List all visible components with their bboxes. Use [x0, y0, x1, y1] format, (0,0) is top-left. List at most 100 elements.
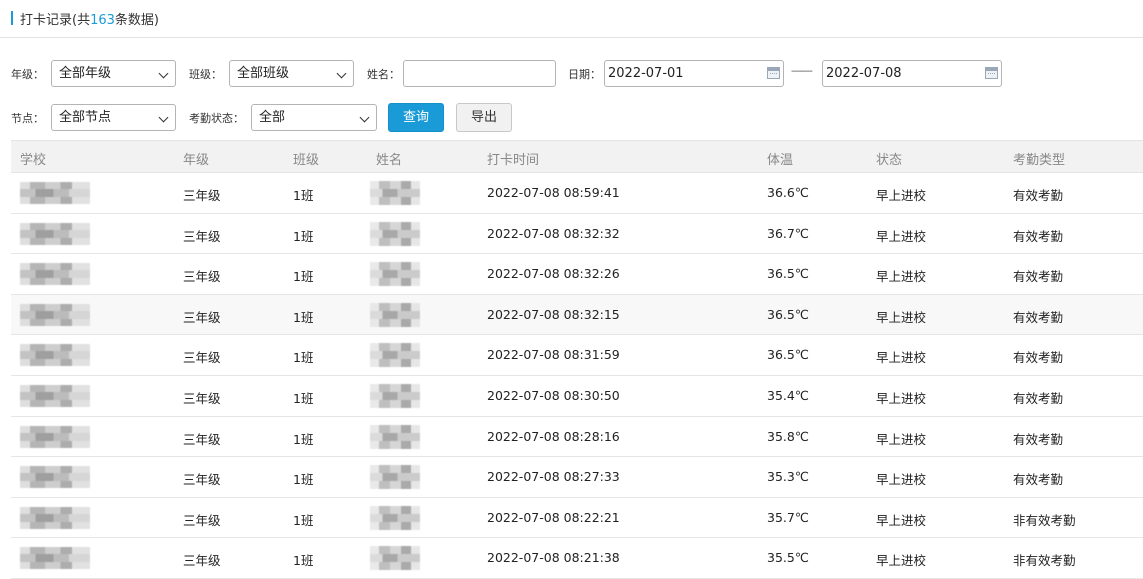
temperature-cell: 35.3℃	[767, 469, 809, 485]
class-select-value: 全部班级	[237, 66, 290, 81]
class-cell: 1班	[293, 350, 314, 366]
name-redacted	[370, 343, 420, 368]
temperature-cell: 36.5℃	[767, 306, 809, 322]
table-row[interactable]: 三年级 1班 2022-07-08 08:27:33 35.3℃ 早上进校 有效…	[11, 457, 1143, 498]
chevron-down-icon	[336, 68, 347, 79]
school-redacted	[20, 425, 90, 448]
school-redacted	[20, 506, 90, 529]
table-row[interactable]: 三年级 1班 2022-07-08 08:28:16 35.8℃ 早上进校 有效…	[11, 416, 1143, 458]
attendance-status-label: 考勤状态：	[189, 112, 244, 125]
grade-cell: 三年级	[183, 390, 221, 406]
calendar-icon[interactable]	[767, 67, 780, 79]
query-button[interactable]: 查询	[388, 103, 444, 132]
attendance-type-cell: 有效考勤	[1013, 269, 1064, 285]
class-cell: 1班	[293, 188, 314, 203]
temperature-cell: 35.7℃	[767, 509, 809, 525]
status-cell: 早上进校	[876, 431, 927, 447]
school-redacted	[20, 263, 90, 286]
attendance-type-cell: 有效考勤	[1013, 390, 1064, 406]
name-redacted	[370, 221, 420, 246]
chevron-down-icon	[158, 112, 169, 123]
class-cell: 1班	[293, 472, 314, 488]
temperature-cell: 36.7℃	[767, 225, 809, 241]
time-cell: 2022-07-08 08:31:59	[487, 347, 620, 363]
node-select-value: 全部节点	[59, 110, 112, 125]
table-row[interactable]: 三年级 1班 2022-07-08 08:30:50 35.4℃ 早上进校 有效…	[11, 375, 1143, 417]
calendar-icon[interactable]	[985, 67, 998, 79]
school-redacted	[20, 182, 90, 204]
attendance-type-cell: 非有效考勤	[1013, 512, 1076, 528]
column-header: 状态	[876, 153, 903, 168]
table-row[interactable]: 三年级 1班 2022-07-08 08:32:15 36.5℃ 早上进校 有效…	[11, 294, 1143, 336]
name-input[interactable]	[403, 60, 556, 87]
temperature-cell: 36.5℃	[767, 266, 809, 282]
school-redacted	[20, 344, 90, 367]
record-count: 163	[90, 13, 115, 28]
grade-select-value: 全部年级	[59, 66, 112, 81]
name-redacted	[370, 424, 420, 449]
name-redacted	[370, 505, 420, 530]
end-date-input[interactable]: 2022-07-08	[822, 60, 1002, 87]
export-button[interactable]: 导出	[456, 103, 512, 132]
school-redacted	[20, 222, 90, 245]
status-cell: 早上进校	[876, 269, 927, 285]
grade-select[interactable]: 全部年级	[51, 60, 176, 87]
class-select[interactable]: 全部班级	[229, 60, 354, 87]
node-select[interactable]: 全部节点	[51, 104, 176, 131]
date-range-separator: --------	[791, 66, 813, 77]
name-redacted	[370, 465, 420, 490]
temperature-cell: 35.4℃	[767, 387, 809, 403]
temperature-cell: 35.5℃	[767, 550, 809, 566]
status-cell: 早上进校	[876, 390, 927, 406]
attendance-type-cell: 有效考勤	[1013, 188, 1064, 203]
status-cell: 早上进校	[876, 553, 927, 569]
time-cell: 2022-07-08 08:59:41	[487, 185, 620, 200]
status-cell: 早上进校	[876, 188, 927, 203]
records-table: 学校 年级 班级 姓名 打卡时间 体温 状态 考勤类型 三年级 1班 2022-…	[11, 140, 1143, 579]
name-redacted	[370, 262, 420, 287]
node-label: 节点：	[11, 112, 44, 125]
table-row[interactable]: 三年级 1班 2022-07-08 08:32:32 36.7℃ 早上进校 有效…	[11, 213, 1143, 255]
class-cell: 1班	[293, 269, 314, 285]
class-cell: 1班	[293, 553, 314, 569]
column-header: 体温	[767, 153, 794, 168]
time-cell: 2022-07-08 08:22:21	[487, 509, 620, 525]
table-header: 学校 年级 班级 姓名 打卡时间 体温 状态 考勤类型	[11, 140, 1143, 173]
column-header: 打卡时间	[487, 153, 540, 168]
title-suffix: 条数据)	[114, 13, 159, 28]
class-cell: 1班	[293, 309, 314, 325]
attendance-status-select[interactable]: 全部	[251, 104, 377, 131]
grade-cell: 三年级	[183, 228, 221, 244]
name-redacted	[370, 383, 420, 408]
attendance-status-value: 全部	[259, 110, 286, 125]
chevron-down-icon	[359, 112, 370, 123]
school-redacted	[20, 303, 90, 326]
class-cell: 1班	[293, 390, 314, 406]
column-header: 姓名	[376, 153, 403, 168]
column-header: 年级	[183, 153, 210, 168]
temperature-cell: 36.5℃	[767, 347, 809, 363]
table-body: 三年级 1班 2022-07-08 08:59:41 36.6℃ 早上进校 有效…	[11, 173, 1143, 579]
temperature-cell: 35.8℃	[767, 428, 809, 444]
chevron-down-icon	[158, 68, 169, 79]
start-date-input[interactable]: 2022-07-01	[604, 60, 784, 87]
name-label: 姓名：	[367, 68, 400, 81]
table-row[interactable]: 三年级 1班 2022-07-08 08:21:38 35.5℃ 早上进校 非有…	[11, 538, 1143, 579]
table-row[interactable]: 三年级 1班 2022-07-08 08:31:59 36.5℃ 早上进校 有效…	[11, 335, 1143, 376]
grade-cell: 三年级	[183, 350, 221, 366]
name-redacted	[370, 181, 420, 205]
school-redacted	[20, 547, 90, 570]
time-cell: 2022-07-08 08:21:38	[487, 550, 620, 566]
temperature-cell: 36.6℃	[767, 185, 809, 200]
status-cell: 早上进校	[876, 512, 927, 528]
grade-cell: 三年级	[183, 309, 221, 325]
grade-cell: 三年级	[183, 431, 221, 447]
status-cell: 早上进校	[876, 309, 927, 325]
table-row[interactable]: 三年级 1班 2022-07-08 08:22:21 35.7℃ 早上进校 非有…	[11, 497, 1143, 539]
attendance-type-cell: 有效考勤	[1013, 228, 1064, 244]
table-row[interactable]: 三年级 1班 2022-07-08 08:59:41 36.6℃ 早上进校 有效…	[11, 173, 1143, 214]
class-label: 班级：	[189, 68, 222, 81]
grade-cell: 三年级	[183, 512, 221, 528]
attendance-type-cell: 非有效考勤	[1013, 553, 1076, 569]
table-row[interactable]: 三年级 1班 2022-07-08 08:32:26 36.5℃ 早上进校 有效…	[11, 254, 1143, 295]
